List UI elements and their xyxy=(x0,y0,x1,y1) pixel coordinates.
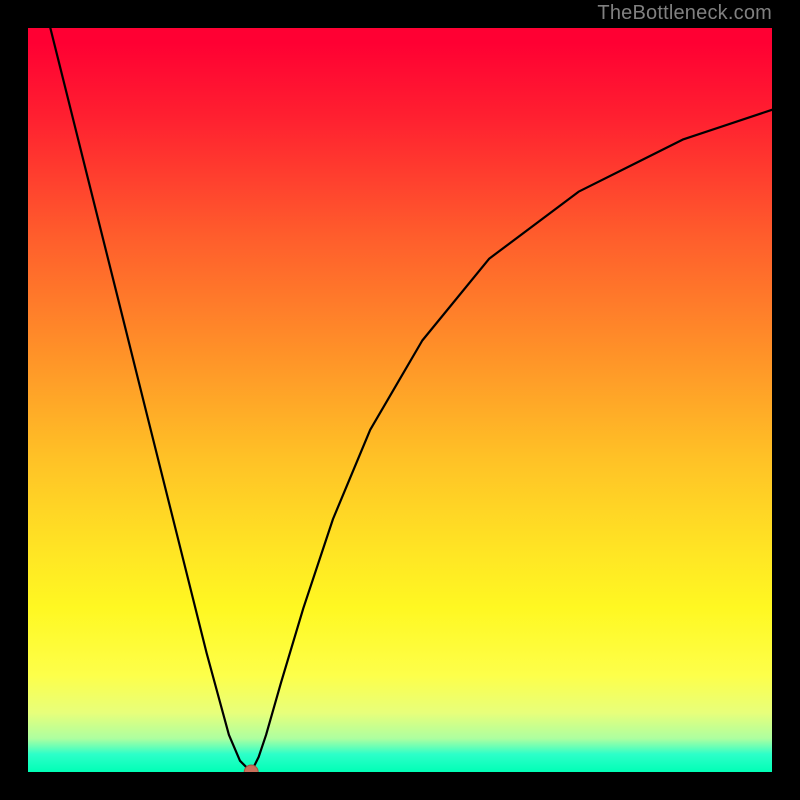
chart-frame: TheBottleneck.com xyxy=(0,0,800,800)
plot-area xyxy=(28,28,772,772)
bottleneck-curve xyxy=(28,28,772,772)
curve-svg xyxy=(28,28,772,772)
watermark-text: TheBottleneck.com xyxy=(597,2,772,25)
